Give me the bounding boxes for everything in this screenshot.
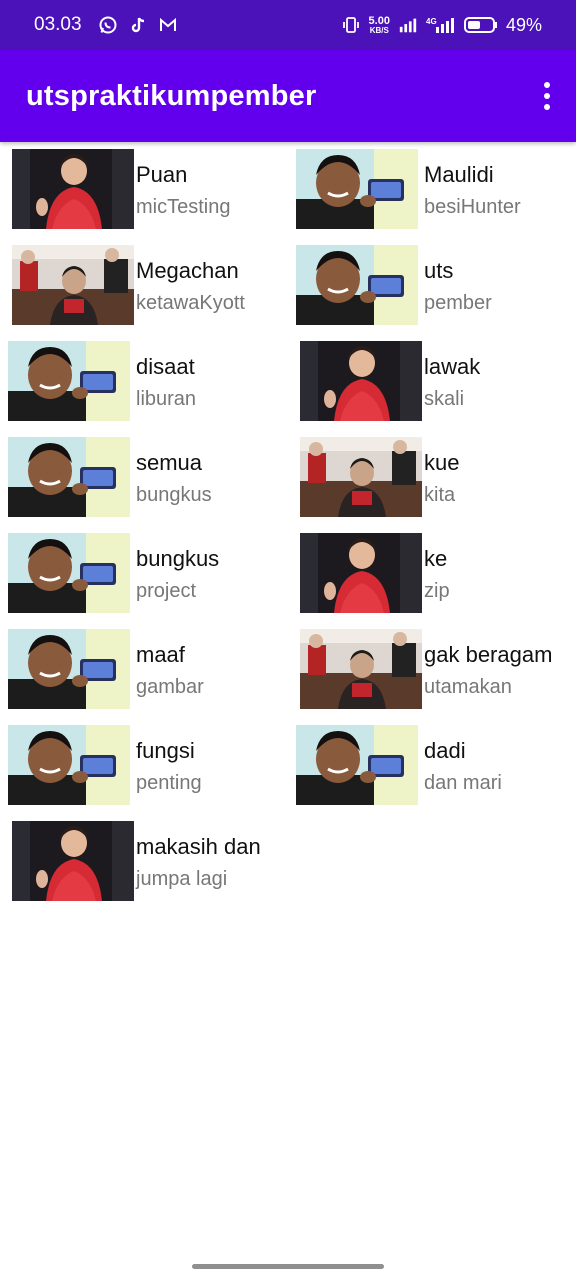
vibrate-icon: [341, 15, 361, 35]
item-title: Maulidi: [424, 162, 494, 187]
item-title: bungkus: [136, 546, 220, 571]
net-speed-value: 5.00: [368, 14, 390, 27]
list-item[interactable]: ke zip: [288, 528, 576, 624]
list-item[interactable]: maaf gambar: [0, 624, 288, 720]
item-title: dadi: [424, 738, 466, 763]
list-item[interactable]: uts pember: [288, 240, 576, 336]
item-subtitle: pember: [424, 292, 492, 314]
app-bar: utspraktikumpember: [0, 50, 576, 142]
item-subtitle: gambar: [136, 676, 204, 698]
list-item[interactable]: kue kita: [288, 432, 576, 528]
item-title: gak beragam: [424, 642, 553, 667]
item-title: lawak: [424, 354, 481, 379]
whatsapp-icon: [98, 15, 118, 35]
item-title: makasih dan: [136, 834, 261, 859]
item-texts: semua bungkus: [136, 450, 212, 508]
net-speed-unit: KB/S: [369, 25, 389, 35]
list-item[interactable]: Megachan ketawaKyott: [0, 240, 288, 336]
item-texts: dadi dan mari: [424, 738, 502, 796]
list-item[interactable]: makasih dan jumpa lagi: [0, 816, 288, 912]
item-subtitle: besiHunter: [424, 196, 521, 218]
item-subtitle: zip: [424, 580, 450, 602]
list-item[interactable]: lawak skali: [288, 336, 576, 432]
list-item[interactable]: Maulidi besiHunter: [288, 144, 576, 240]
item-subtitle: ketawaKyott: [136, 292, 245, 314]
item-texts: disaat liburan: [136, 354, 196, 412]
item-texts: lawak skali: [424, 354, 480, 412]
item-texts: ke zip: [424, 546, 450, 604]
item-subtitle: jumpa lagi: [136, 868, 228, 890]
item-title: ke: [424, 546, 448, 571]
item-thumbnail: [300, 629, 422, 709]
item-subtitle: project: [136, 580, 197, 602]
item-texts: Puan micTesting: [136, 162, 230, 220]
item-texts: uts pember: [424, 258, 492, 316]
item-subtitle: kita: [424, 484, 456, 506]
item-subtitle: dan mari: [424, 772, 502, 794]
tiktok-icon: [128, 15, 148, 35]
item-thumbnail: [8, 629, 130, 709]
item-texts: gak beragam utamakan: [424, 642, 552, 700]
item-texts: bungkus project: [136, 546, 219, 604]
network-type-label: 4G: [426, 17, 437, 26]
list-item[interactable]: fungsi penting: [0, 720, 288, 816]
item-texts: fungsi penting: [136, 738, 202, 796]
item-title: kue: [424, 450, 460, 475]
battery-icon: [463, 15, 498, 35]
signal-4g-icon: 4G: [426, 15, 456, 35]
item-subtitle: penting: [136, 772, 202, 794]
item-title: Puan: [136, 162, 188, 187]
item-subtitle: liburan: [136, 388, 197, 410]
item-title: maaf: [136, 642, 185, 667]
item-title: disaat: [136, 354, 195, 379]
list-item[interactable]: Puan micTesting: [0, 144, 288, 240]
item-thumbnail: [300, 533, 422, 613]
signal-icon: [398, 15, 418, 35]
status-time: 03.03: [34, 14, 82, 35]
list-item[interactable]: dadi dan mari: [288, 720, 576, 816]
item-subtitle: micTesting: [136, 196, 231, 218]
home-indicator[interactable]: [192, 1264, 384, 1269]
item-subtitle: skali: [424, 388, 465, 410]
more-vert-icon[interactable]: [532, 74, 562, 118]
item-subtitle: utamakan: [424, 676, 512, 698]
item-title: fungsi: [136, 738, 195, 763]
battery-percent: 49%: [505, 14, 542, 35]
item-thumbnail: [12, 149, 134, 229]
item-thumbnail: [8, 437, 130, 517]
item-subtitle: bungkus: [136, 484, 212, 506]
item-thumbnail: [296, 725, 418, 805]
item-texts: Maulidi besiHunter: [424, 162, 521, 220]
item-thumbnail: [296, 245, 418, 325]
item-grid: Puan micTesting Maulidi besiHunter Megacha…: [0, 144, 576, 912]
app-title: utspraktikumpember: [26, 79, 317, 112]
item-thumbnail: [300, 341, 422, 421]
item-thumbnail: [300, 437, 422, 517]
list-item[interactable]: disaat liburan: [0, 336, 288, 432]
item-title: Megachan: [136, 258, 239, 283]
item-texts: makasih dan jumpa lagi: [136, 834, 261, 892]
list-item[interactable]: semua bungkus: [0, 432, 288, 528]
item-thumbnail: [8, 533, 130, 613]
item-texts: kue kita: [424, 450, 459, 508]
gmail-icon: [158, 15, 178, 35]
item-texts: Megachan ketawaKyott: [136, 258, 245, 316]
status-bar: 03.03 5.00 KB/S 4G 49%: [0, 0, 576, 50]
item-thumbnail: [8, 341, 130, 421]
list-item[interactable]: bungkus project: [0, 528, 288, 624]
item-title: semua: [136, 450, 203, 475]
status-right: 5.00 KB/S 4G 49%: [341, 15, 542, 36]
list-item[interactable]: gak beragam utamakan: [288, 624, 576, 720]
item-thumbnail: [12, 245, 134, 325]
item-texts: maaf gambar: [136, 642, 204, 700]
net-speed: 5.00 KB/S: [368, 14, 390, 35]
item-thumbnail: [8, 725, 130, 805]
item-thumbnail: [12, 821, 134, 901]
status-left: 03.03: [34, 14, 178, 36]
item-title: uts: [424, 258, 454, 283]
item-thumbnail: [296, 149, 418, 229]
